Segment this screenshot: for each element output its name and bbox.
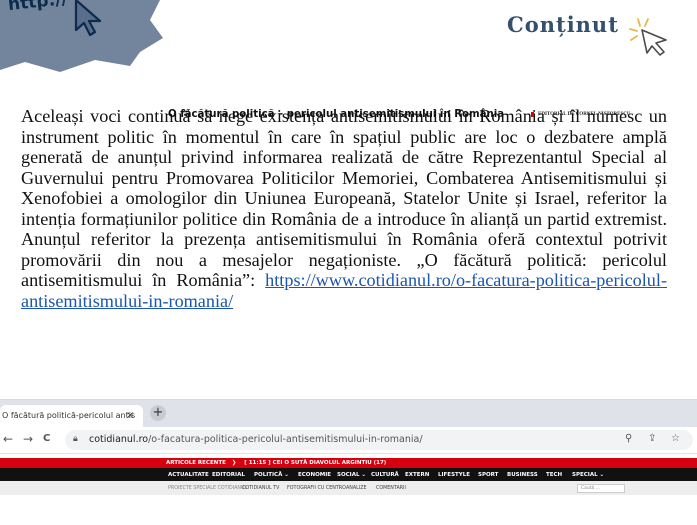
submenu-item-analize[interactable]: ANALIZE <box>346 486 367 491</box>
breaking-label: ARTICOLE RECENTE <box>166 460 226 466</box>
browser-tab[interactable]: O făcătură politică-pericolul antis × <box>0 405 143 427</box>
article-title[interactable]: O făcătură politică – pericolul antisemi… <box>168 109 504 120</box>
back-icon[interactable]: ← <box>3 432 13 446</box>
browser-tab-bar: O făcătură politică-pericolul antis × + <box>0 400 697 427</box>
reload-icon[interactable]: C <box>43 433 50 444</box>
menu-item-tech[interactable]: TECH <box>546 472 562 478</box>
breaking-arrow-icon: ❯ <box>231 460 237 466</box>
tab-title: O făcătură politică-pericolul antis <box>2 411 136 420</box>
browser-screenshot: O făcătură politică-pericolul antis × + … <box>0 399 697 525</box>
submenu-item-comentarii[interactable]: COMENTARII <box>376 486 406 491</box>
address-bar: ← → C 🔒︎ cotidianul.ro/o-facatura-politi… <box>0 427 697 454</box>
menu-item-lifestyle[interactable]: LIFESTYLE <box>438 472 470 478</box>
editorial-label: EDITORIAL DE CORNEL NISTORESCU <box>531 112 630 117</box>
menu-item-politica[interactable]: POLITICĂ ⌄ <box>254 472 289 478</box>
menu-item-economie[interactable]: ECONOMIE <box>298 472 331 478</box>
url-domain: cotidianul.ro <box>89 434 149 445</box>
breaking-text[interactable]: [ 11:15 ] CEI O SUTĂ DIAVOLUL ARGINTIU (… <box>244 460 386 466</box>
submenu-label: PROIECTE SPECIALE COTIDIANUL: <box>168 486 249 491</box>
url-field[interactable]: 🔒︎ cotidianul.ro/o-facatura-politica-per… <box>65 430 693 450</box>
lock-icon: 🔒︎ <box>73 434 78 444</box>
share-icon[interactable]: ⇪ <box>648 433 656 444</box>
site-main-menu: ACTUALITATE EDITORIAL POLITICĂ ⌄ ECONOMI… <box>0 468 697 481</box>
site-search-input[interactable]: Caută ... <box>577 484 625 493</box>
menu-item-editorial[interactable]: EDITORIAL <box>212 472 245 478</box>
breaking-news-bar: ARTICOLE RECENTE ❯ [ 11:15 ] CEI O SUTĂ … <box>0 458 697 468</box>
sparkle-cursor-icon <box>629 18 667 56</box>
menu-item-special[interactable]: SPECIAL ⌄ <box>572 472 604 478</box>
site-submenu: PROIECTE SPECIALE COTIDIANUL: COTIDIANUL… <box>0 481 697 495</box>
submenu-item-foto[interactable]: FOTOGRAFII CU CENTRO <box>287 486 346 491</box>
zoom-icon[interactable]: ⚲ <box>625 433 632 444</box>
menu-item-actualitate[interactable]: ACTUALITATE <box>168 472 209 478</box>
menu-item-cultura[interactable]: CULTURĂ <box>371 472 399 478</box>
body-paragraph: Aceleași voci continuă să nege existența… <box>21 106 667 311</box>
menu-item-sport[interactable]: SPORT <box>478 472 498 478</box>
menu-item-business[interactable]: BUSINESS <box>507 472 538 478</box>
menu-item-social[interactable]: SOCIAL ⌄ <box>337 472 366 478</box>
page-heading: Conținut <box>507 12 619 37</box>
url-path: /o-facatura-politica-pericolul-antisemit… <box>148 434 423 445</box>
forward-icon[interactable]: → <box>23 432 33 446</box>
menu-item-extern[interactable]: EXTERN <box>405 472 429 478</box>
cursor-icon <box>74 0 102 37</box>
bookmark-star-icon[interactable]: ☆ <box>671 433 680 444</box>
submenu-item-tv[interactable]: COTIDIANUL TV <box>242 486 279 491</box>
url-text: cotidianul.ro/o-facatura-politica-perico… <box>89 434 423 445</box>
new-tab-button[interactable]: + <box>150 405 166 421</box>
website-content: ARTICOLE RECENTE ❯ [ 11:15 ] CEI O SUTĂ … <box>0 454 697 525</box>
paragraph-text: Aceleași voci continuă să nege existența… <box>21 106 667 290</box>
tab-close-icon[interactable]: × <box>126 410 134 421</box>
